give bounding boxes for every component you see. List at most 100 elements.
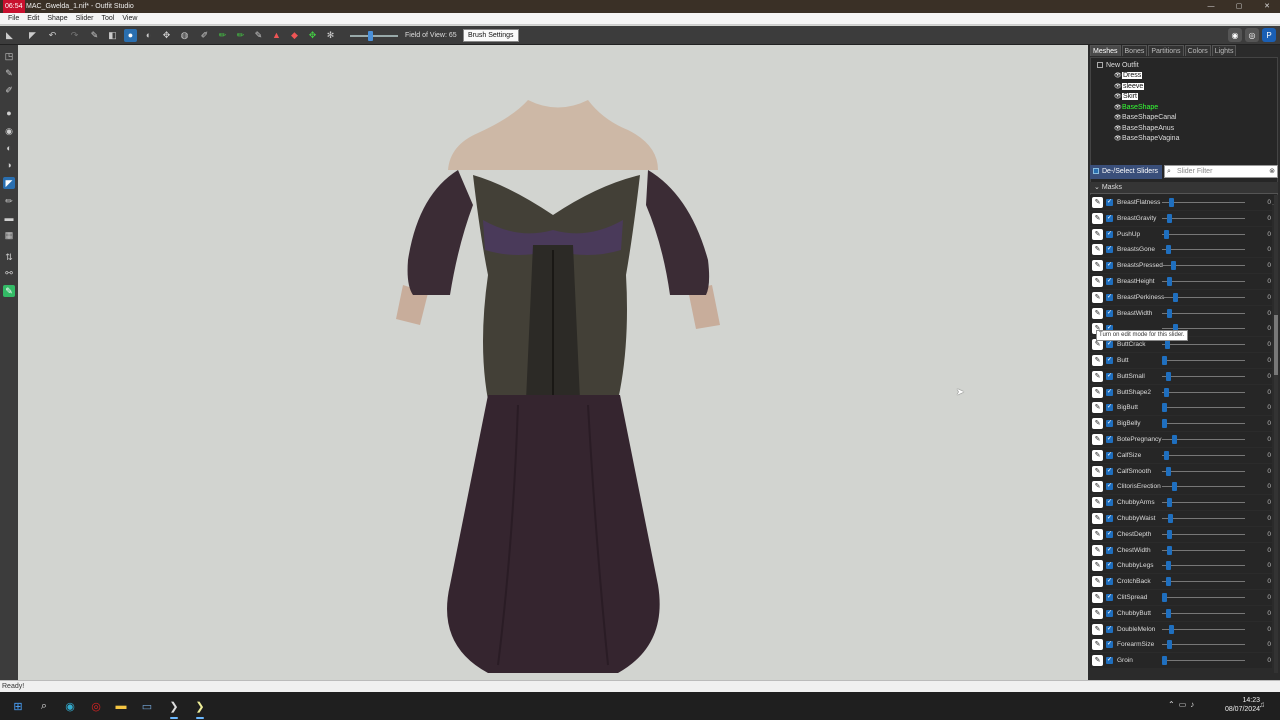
edit-slider-icon[interactable]: ✎ — [1092, 592, 1103, 603]
tree-node-6[interactable]: 👁BaseShapeVagina — [1114, 134, 1179, 144]
edge-icon[interactable]: ◉ — [62, 698, 78, 714]
edit-slider-icon[interactable]: ✎ — [1092, 260, 1103, 272]
brush-deflate-icon[interactable]: ◐ — [142, 29, 155, 42]
brush-settings-button[interactable]: Brush Settings — [463, 29, 519, 42]
slider-checkbox[interactable]: ✓ — [1106, 420, 1113, 428]
slider-knob[interactable] — [1166, 371, 1172, 381]
menu-slider[interactable]: Slider — [72, 13, 98, 25]
slider-track[interactable] — [1162, 312, 1245, 314]
edit-slider-icon[interactable]: ✎ — [1092, 434, 1103, 445]
slider-knob[interactable] — [1166, 466, 1172, 476]
slider-knob[interactable] — [1166, 577, 1172, 587]
scroll-thumb[interactable] — [1274, 315, 1278, 375]
brush-smooth-icon[interactable]: ◍ — [178, 29, 191, 42]
tree-node-4[interactable]: 👁BaseShapeCanal — [1114, 113, 1177, 123]
slider-checkbox[interactable]: ✓ — [1106, 499, 1113, 507]
edit-slider-icon[interactable]: ✎ — [1092, 544, 1103, 556]
slider-checkbox[interactable]: ✓ — [1106, 372, 1113, 380]
slider-knob[interactable] — [1171, 435, 1177, 444]
slider-checkbox[interactable]: ✓ — [1106, 578, 1113, 586]
slider-checkbox[interactable]: ✓ — [1106, 309, 1113, 317]
edit-slider-icon[interactable]: ✎ — [1092, 244, 1103, 256]
app-icon[interactable]: ❯ — [166, 698, 182, 719]
slider-track[interactable] — [1162, 470, 1245, 472]
visibility-eye-icon[interactable]: 👁 — [1114, 103, 1122, 113]
tree-root[interactable]: New Outfit — [1097, 61, 1139, 71]
slider-knob[interactable] — [1166, 498, 1172, 508]
edit-slider-icon[interactable]: ✎ — [1092, 197, 1103, 208]
edit-slider-icon[interactable]: ✎ — [1092, 291, 1103, 303]
menu-view[interactable]: View — [118, 13, 141, 25]
slider-checkbox[interactable]: ✓ — [1106, 594, 1113, 601]
slider-checkbox[interactable]: ✓ — [1106, 657, 1113, 665]
slider-track[interactable] — [1162, 391, 1245, 393]
transform-tool-icon[interactable]: ◤ — [26, 29, 39, 42]
slider-knob[interactable] — [1166, 640, 1172, 650]
vertex-icon[interactable]: ◆ — [288, 29, 301, 42]
edit-slider-icon[interactable]: ✎ — [1092, 418, 1103, 430]
select-tool-icon[interactable]: ◳ — [3, 50, 15, 62]
slider-checkbox[interactable]: ✓ — [1106, 262, 1113, 270]
fov-slider-knob[interactable] — [368, 31, 373, 41]
slider-knob[interactable] — [1167, 514, 1173, 523]
slider-checkbox[interactable]: ✓ — [1106, 278, 1113, 285]
slider-checkbox[interactable]: ✓ — [1106, 467, 1113, 475]
slider-knob[interactable] — [1166, 529, 1172, 539]
edit-slider-icon[interactable]: ✎ — [1092, 370, 1103, 382]
pen-icon[interactable]: ✐ — [3, 84, 15, 96]
slider-track[interactable] — [1162, 612, 1245, 614]
start-icon[interactable]: ⊞ — [10, 698, 26, 714]
tree-node-2[interactable]: 👁Skirt — [1114, 92, 1138, 102]
tab-partitions[interactable]: Partitions — [1148, 45, 1184, 56]
slider-knob[interactable] — [1166, 608, 1172, 618]
slider-knob[interactable] — [1165, 340, 1171, 350]
slider-track[interactable] — [1162, 533, 1245, 535]
menu-edit[interactable]: Edit — [23, 13, 43, 25]
brush-mask-icon[interactable]: ✎ — [88, 29, 101, 42]
visibility-eye-icon[interactable]: 👁 — [1114, 82, 1122, 92]
slider-track[interactable] — [1162, 644, 1245, 646]
visibility-eye-icon[interactable]: 👁 — [1114, 113, 1122, 123]
slider-knob[interactable] — [1163, 450, 1169, 460]
slider-checkbox[interactable]: ✓ — [1106, 451, 1113, 459]
edit-slider-icon[interactable]: ✎ — [1092, 623, 1103, 635]
tab-colors[interactable]: Colors — [1184, 45, 1211, 56]
inflate-brush-icon[interactable]: ● — [3, 107, 15, 119]
slider-checkbox[interactable]: ✓ — [1106, 230, 1113, 238]
slider-checkbox[interactable]: ✓ — [1106, 546, 1113, 554]
clear-filter-icon[interactable]: ⊗ — [1269, 166, 1275, 178]
slider-track[interactable] — [1162, 281, 1245, 282]
github-icon[interactable]: ◎ — [1245, 28, 1259, 42]
visibility-eye-icon[interactable]: 👁 — [1114, 92, 1122, 102]
slider-checkbox[interactable]: ✓ — [1106, 641, 1113, 649]
move-vertex-icon[interactable]: ✥ — [306, 29, 319, 42]
weld-icon[interactable]: ✻ — [324, 29, 337, 42]
brush-collapse-icon[interactable]: ✎ — [252, 29, 265, 42]
slider-knob[interactable] — [1171, 261, 1177, 271]
tab-lights[interactable]: Lights — [1211, 45, 1237, 56]
edit-slider-icon[interactable]: ✎ — [1092, 465, 1103, 477]
edit-slider-icon[interactable]: ✎ — [1092, 560, 1103, 572]
slider-checkbox[interactable]: ✓ — [1106, 293, 1113, 301]
close-button[interactable]: ✕ — [1259, 0, 1275, 13]
move-brush-icon[interactable]: ◐ — [3, 142, 15, 154]
slider-checkbox[interactable]: ✓ — [1106, 483, 1113, 491]
undo-icon[interactable]: ↶ — [46, 29, 59, 42]
terminal-icon[interactable]: ▭ — [139, 698, 155, 714]
slider-track[interactable] — [1162, 502, 1245, 504]
masks-section[interactable]: ⌄ Masks — [1090, 182, 1278, 194]
slider-knob[interactable] — [1168, 198, 1174, 207]
slider-scrollbar[interactable] — [1274, 195, 1278, 673]
slider-knob[interactable] — [1166, 545, 1172, 555]
edit-slider-icon[interactable]: ✎ — [1092, 449, 1103, 461]
slider-knob[interactable] — [1164, 387, 1170, 397]
slider-track[interactable] — [1162, 597, 1245, 598]
edit-slider-icon[interactable]: ✎ — [1092, 402, 1103, 414]
slider-knob[interactable] — [1171, 482, 1177, 492]
weight-brush-icon[interactable]: ✏ — [3, 195, 15, 207]
collapse-icon[interactable] — [1097, 62, 1103, 69]
tray-clock[interactable]: 14:23 08/07/2024 — [1225, 696, 1260, 714]
slider-track[interactable] — [1162, 344, 1245, 346]
brush-unmask-icon[interactable]: ◧ — [106, 29, 119, 42]
discord-icon[interactable]: ◉ — [1228, 28, 1242, 42]
